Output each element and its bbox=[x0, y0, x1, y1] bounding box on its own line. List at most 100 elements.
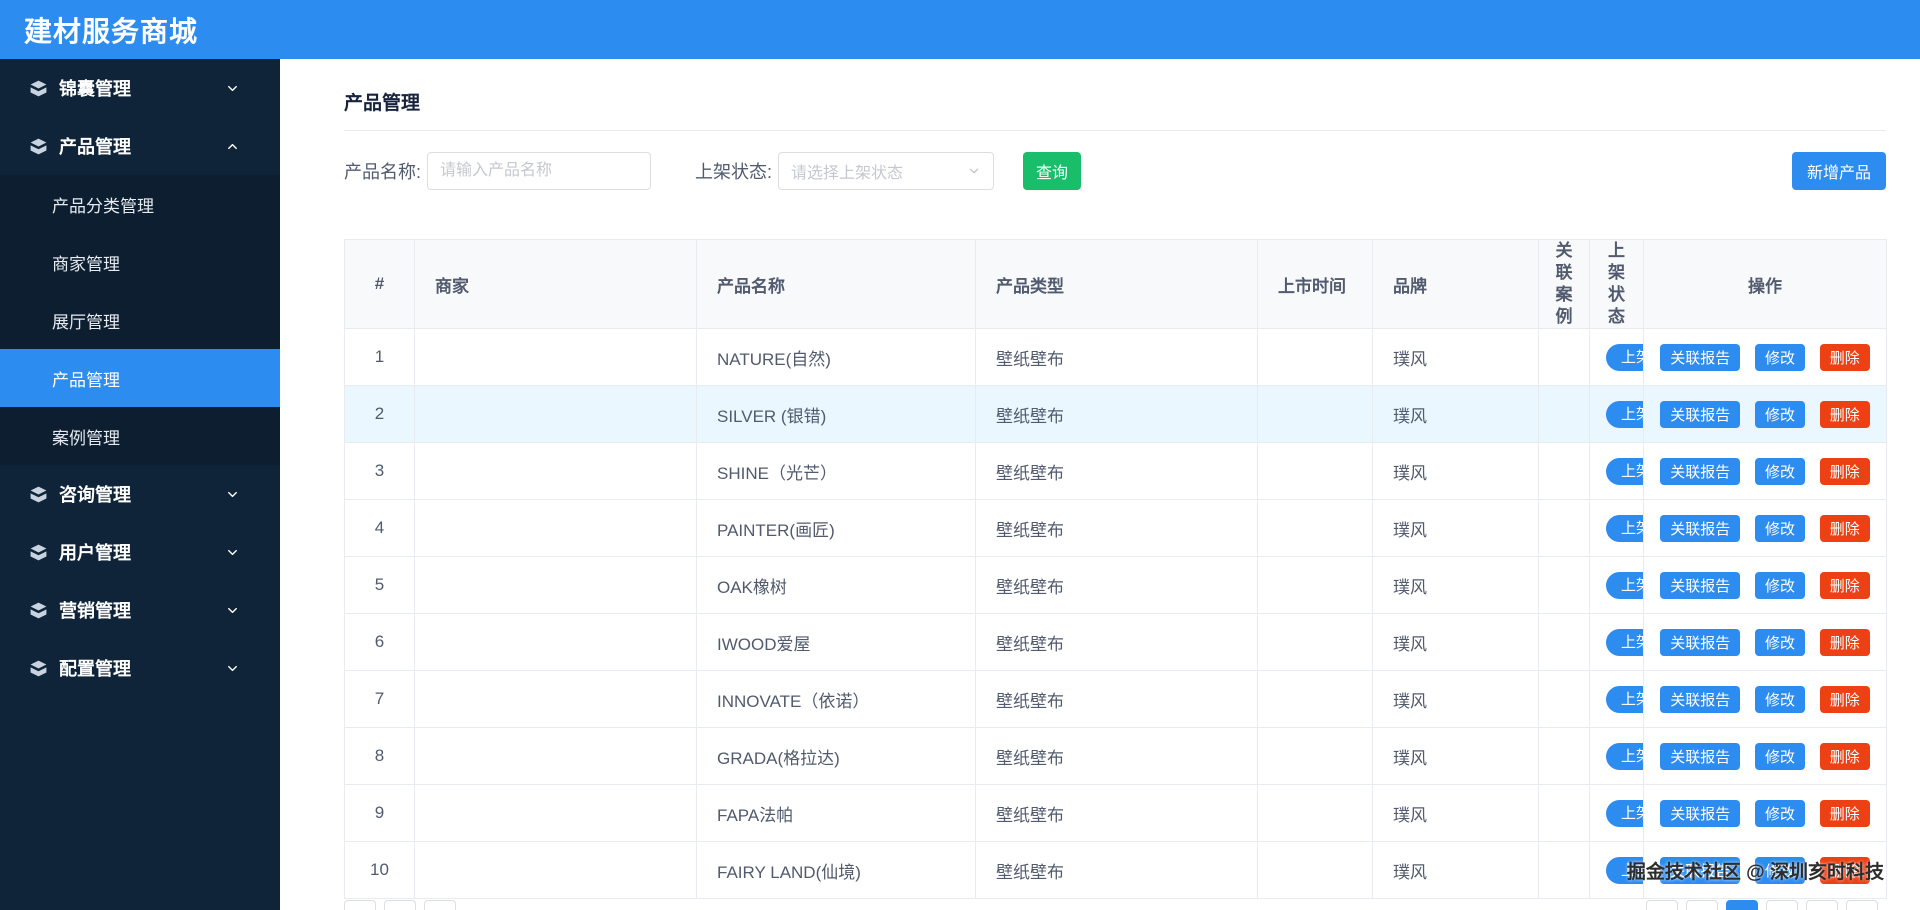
sidebar-item-config-mgmt[interactable]: 配置管理 bbox=[0, 639, 280, 697]
pagination-item[interactable] bbox=[384, 900, 416, 910]
edit-button[interactable]: 修改 bbox=[1754, 799, 1805, 827]
sidebar-item-label: 锦囊管理 bbox=[59, 79, 131, 99]
shelf-status-pill[interactable]: 上架 bbox=[1606, 685, 1643, 713]
pagination-item[interactable] bbox=[1806, 900, 1838, 910]
shelf-status-pill[interactable]: 上架 bbox=[1606, 799, 1643, 827]
sidebar-item-label: 营销管理 bbox=[59, 601, 131, 621]
pagination-item-active[interactable] bbox=[1726, 900, 1758, 910]
edit-button[interactable]: 修改 bbox=[1754, 742, 1805, 770]
search-button[interactable]: 查询 bbox=[1023, 152, 1082, 190]
shelf-status-pill[interactable]: 上架 bbox=[1606, 514, 1643, 542]
shelf-status-pill[interactable]: 上架 bbox=[1606, 457, 1643, 485]
cell-shelf-status: 上架 bbox=[1589, 556, 1644, 615]
related-report-button[interactable]: 关联报告 bbox=[1660, 571, 1741, 599]
cell-merchant bbox=[414, 784, 697, 843]
sidebar-subitem-label: 产品管理 bbox=[52, 370, 120, 390]
delete-button[interactable]: 删除 bbox=[1819, 742, 1870, 770]
delete-button[interactable]: 删除 bbox=[1819, 457, 1870, 485]
related-report-button[interactable]: 关联报告 bbox=[1660, 343, 1741, 371]
cell-launch-time bbox=[1257, 841, 1373, 900]
shelf-status-pill[interactable]: 上架 bbox=[1606, 400, 1643, 428]
related-report-button[interactable]: 关联报告 bbox=[1660, 628, 1741, 656]
edit-button[interactable]: 修改 bbox=[1754, 457, 1805, 485]
cell-merchant bbox=[414, 499, 697, 558]
sidebar-item-merchant-mgmt[interactable]: 商家管理 bbox=[0, 233, 280, 291]
sidebar-item-jinnang[interactable]: 锦囊管理 bbox=[0, 59, 280, 117]
delete-button[interactable]: 删除 bbox=[1819, 343, 1870, 371]
module-icon bbox=[29, 601, 48, 620]
product-name-input[interactable] bbox=[427, 152, 652, 190]
sidebar-item-product-mgmt-active[interactable]: 产品管理 bbox=[0, 349, 280, 407]
delete-button[interactable]: 删除 bbox=[1819, 571, 1870, 599]
sidebar-item-product-category[interactable]: 产品分类管理 bbox=[0, 175, 280, 233]
related-report-button[interactable]: 关联报告 bbox=[1660, 400, 1741, 428]
cell-brand: 璞风 bbox=[1372, 499, 1539, 558]
cell-related-case bbox=[1538, 841, 1590, 900]
cell-actions: 关联报告 修改 删除 bbox=[1643, 499, 1887, 558]
sidebar-item-marketing-mgmt[interactable]: 营销管理 bbox=[0, 581, 280, 639]
cell-actions: 关联报告 修改 删除 bbox=[1643, 442, 1887, 501]
sidebar-item-showroom-mgmt[interactable]: 展厅管理 bbox=[0, 291, 280, 349]
shelf-status-pill[interactable]: 上架 bbox=[1606, 571, 1643, 599]
edit-button[interactable]: 修改 bbox=[1754, 343, 1805, 371]
sidebar-subitem-label: 案例管理 bbox=[52, 428, 120, 448]
status-select[interactable]: 请选择上架状态 bbox=[778, 152, 995, 190]
sidebar-item-case-mgmt[interactable]: 案例管理 bbox=[0, 407, 280, 465]
cell-brand: 璞风 bbox=[1372, 385, 1539, 444]
sidebar-item-consult-mgmt[interactable]: 咨询管理 bbox=[0, 465, 280, 523]
add-product-button[interactable]: 新增产品 bbox=[1791, 152, 1886, 190]
edit-button[interactable]: 修改 bbox=[1754, 400, 1805, 428]
edit-button[interactable]: 修改 bbox=[1754, 685, 1805, 713]
related-report-button[interactable]: 关联报告 bbox=[1660, 799, 1741, 827]
delete-button[interactable]: 删除 bbox=[1819, 628, 1870, 656]
col-launch-time: 上市时间 bbox=[1257, 238, 1373, 330]
cell-brand: 璞风 bbox=[1372, 841, 1539, 900]
cell-product-name: PAINTER(画匠) bbox=[696, 499, 976, 558]
shelf-status-pill[interactable]: 上架 bbox=[1606, 343, 1643, 371]
chevron-down-icon bbox=[967, 164, 981, 178]
status-clip: 上架 bbox=[1591, 330, 1643, 385]
table-row: 6 IWOOD爱屋 壁纸壁布 璞风 上架 关联报告 修改 删除 bbox=[344, 613, 1887, 672]
delete-button[interactable]: 删除 bbox=[1819, 514, 1870, 542]
edit-button[interactable]: 修改 bbox=[1754, 628, 1805, 656]
cell-index: 8 bbox=[344, 727, 415, 786]
cell-product-type: 壁纸壁布 bbox=[975, 841, 1258, 900]
related-report-button[interactable]: 关联报告 bbox=[1660, 514, 1741, 542]
cell-actions: 关联报告 修改 删除 bbox=[1643, 385, 1887, 444]
cell-shelf-status: 上架 bbox=[1589, 727, 1644, 786]
delete-button[interactable]: 删除 bbox=[1819, 400, 1870, 428]
sidebar-subitem-label: 产品分类管理 bbox=[52, 196, 154, 216]
delete-button[interactable]: 删除 bbox=[1819, 685, 1870, 713]
cell-product-type: 壁纸壁布 bbox=[975, 499, 1258, 558]
cell-merchant bbox=[414, 670, 697, 729]
related-report-button[interactable]: 关联报告 bbox=[1660, 742, 1741, 770]
cell-merchant bbox=[414, 841, 697, 900]
cell-product-type: 壁纸壁布 bbox=[975, 385, 1258, 444]
cell-shelf-status: 上架 bbox=[1589, 613, 1644, 672]
cell-related-case bbox=[1538, 385, 1590, 444]
shelf-status-pill[interactable]: 上架 bbox=[1606, 628, 1643, 656]
cell-launch-time bbox=[1257, 442, 1373, 501]
shelf-status-pill[interactable]: 上架 bbox=[1606, 742, 1643, 770]
pagination-item[interactable] bbox=[1686, 900, 1718, 910]
pagination-item[interactable] bbox=[344, 900, 376, 910]
cell-related-case bbox=[1538, 556, 1590, 615]
pagination-item[interactable] bbox=[1646, 900, 1678, 910]
cell-brand: 璞风 bbox=[1372, 442, 1539, 501]
cell-shelf-status: 上架 bbox=[1589, 328, 1644, 387]
edit-button[interactable]: 修改 bbox=[1754, 514, 1805, 542]
related-report-button[interactable]: 关联报告 bbox=[1660, 685, 1741, 713]
cell-related-case bbox=[1538, 499, 1590, 558]
cell-related-case bbox=[1538, 442, 1590, 501]
sidebar-item-user-mgmt[interactable]: 用户管理 bbox=[0, 523, 280, 581]
edit-button[interactable]: 修改 bbox=[1754, 571, 1805, 599]
cell-related-case bbox=[1538, 328, 1590, 387]
related-report-button[interactable]: 关联报告 bbox=[1660, 457, 1741, 485]
pagination-item[interactable] bbox=[424, 900, 456, 910]
sidebar-item-product-mgmt[interactable]: 产品管理 bbox=[0, 117, 280, 175]
chevron-down-icon bbox=[225, 661, 240, 676]
pagination-item[interactable] bbox=[1766, 900, 1798, 910]
cell-launch-time bbox=[1257, 385, 1373, 444]
delete-button[interactable]: 删除 bbox=[1819, 799, 1870, 827]
pagination-item[interactable] bbox=[1846, 900, 1878, 910]
